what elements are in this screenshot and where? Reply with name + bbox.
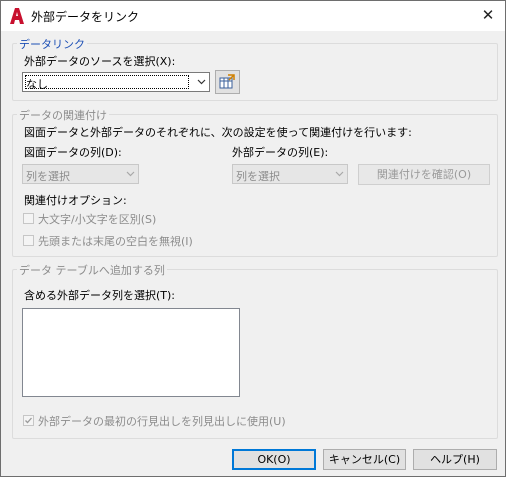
columns-listbox[interactable]: [22, 308, 240, 397]
matching-legend: データの関連付け: [17, 107, 109, 123]
drawing-column-select[interactable]: 列を選択: [22, 164, 139, 184]
chevron-down-icon: [197, 79, 206, 85]
match-options-label: 関連付けオプション:: [24, 194, 127, 207]
ignore-whitespace-label: 先頭または末尾の空白を無視(I): [38, 235, 193, 248]
focus-rect: [25, 75, 189, 89]
help-button[interactable]: ヘルプ(H): [413, 449, 497, 470]
source-select-value: なし: [26, 78, 48, 91]
drawing-column-value: 列を選択: [26, 170, 70, 183]
data-link-legend: データリンク: [17, 36, 87, 52]
verify-match-button[interactable]: 関連付けを確認(O): [358, 164, 490, 185]
cancel-button[interactable]: キャンセル(C): [323, 449, 406, 470]
external-column-select[interactable]: 列を選択: [232, 164, 348, 184]
link-external-data-dialog: 外部データをリンク ✕ データリンク 外部データのソースを選択(X): なし デ…: [0, 0, 506, 477]
ok-button[interactable]: OK(O): [232, 449, 316, 470]
chevron-down-icon: [126, 171, 135, 177]
window-title: 外部データをリンク: [31, 10, 140, 24]
close-icon: ✕: [481, 6, 495, 24]
autocad-a-icon: [10, 8, 24, 24]
case-sensitive-label: 大文字/小文字を区別(S): [38, 213, 157, 226]
include-columns-label: 含める外部データ列を選択(T):: [24, 289, 176, 302]
drawing-column-label: 図面データの列(D):: [24, 146, 122, 159]
external-column-label: 外部データの列(E):: [232, 146, 329, 159]
use-header-label: 外部データの最初の行見出しを列見出しに使用(U): [38, 415, 286, 428]
checkmark-icon: [25, 417, 32, 424]
title-bar: 外部データをリンク ✕: [1, 1, 505, 31]
add-columns-legend: データ テーブルへ追加する列: [17, 262, 167, 278]
ignore-whitespace-checkbox[interactable]: [23, 235, 34, 246]
source-label: 外部データのソースを選択(X):: [24, 55, 176, 68]
close-button[interactable]: ✕: [477, 5, 499, 27]
case-sensitive-checkbox[interactable]: [23, 213, 34, 224]
use-header-checkbox[interactable]: [23, 415, 34, 426]
source-select[interactable]: なし: [22, 72, 210, 92]
external-column-value: 列を選択: [236, 170, 280, 183]
data-link-manager-icon: [219, 74, 235, 89]
chevron-down-icon: [335, 171, 344, 177]
matching-description: 図面データと外部データのそれぞれに、次の設定を使って関連付けを行います:: [24, 126, 412, 139]
launch-data-link-manager-button[interactable]: [215, 70, 240, 94]
